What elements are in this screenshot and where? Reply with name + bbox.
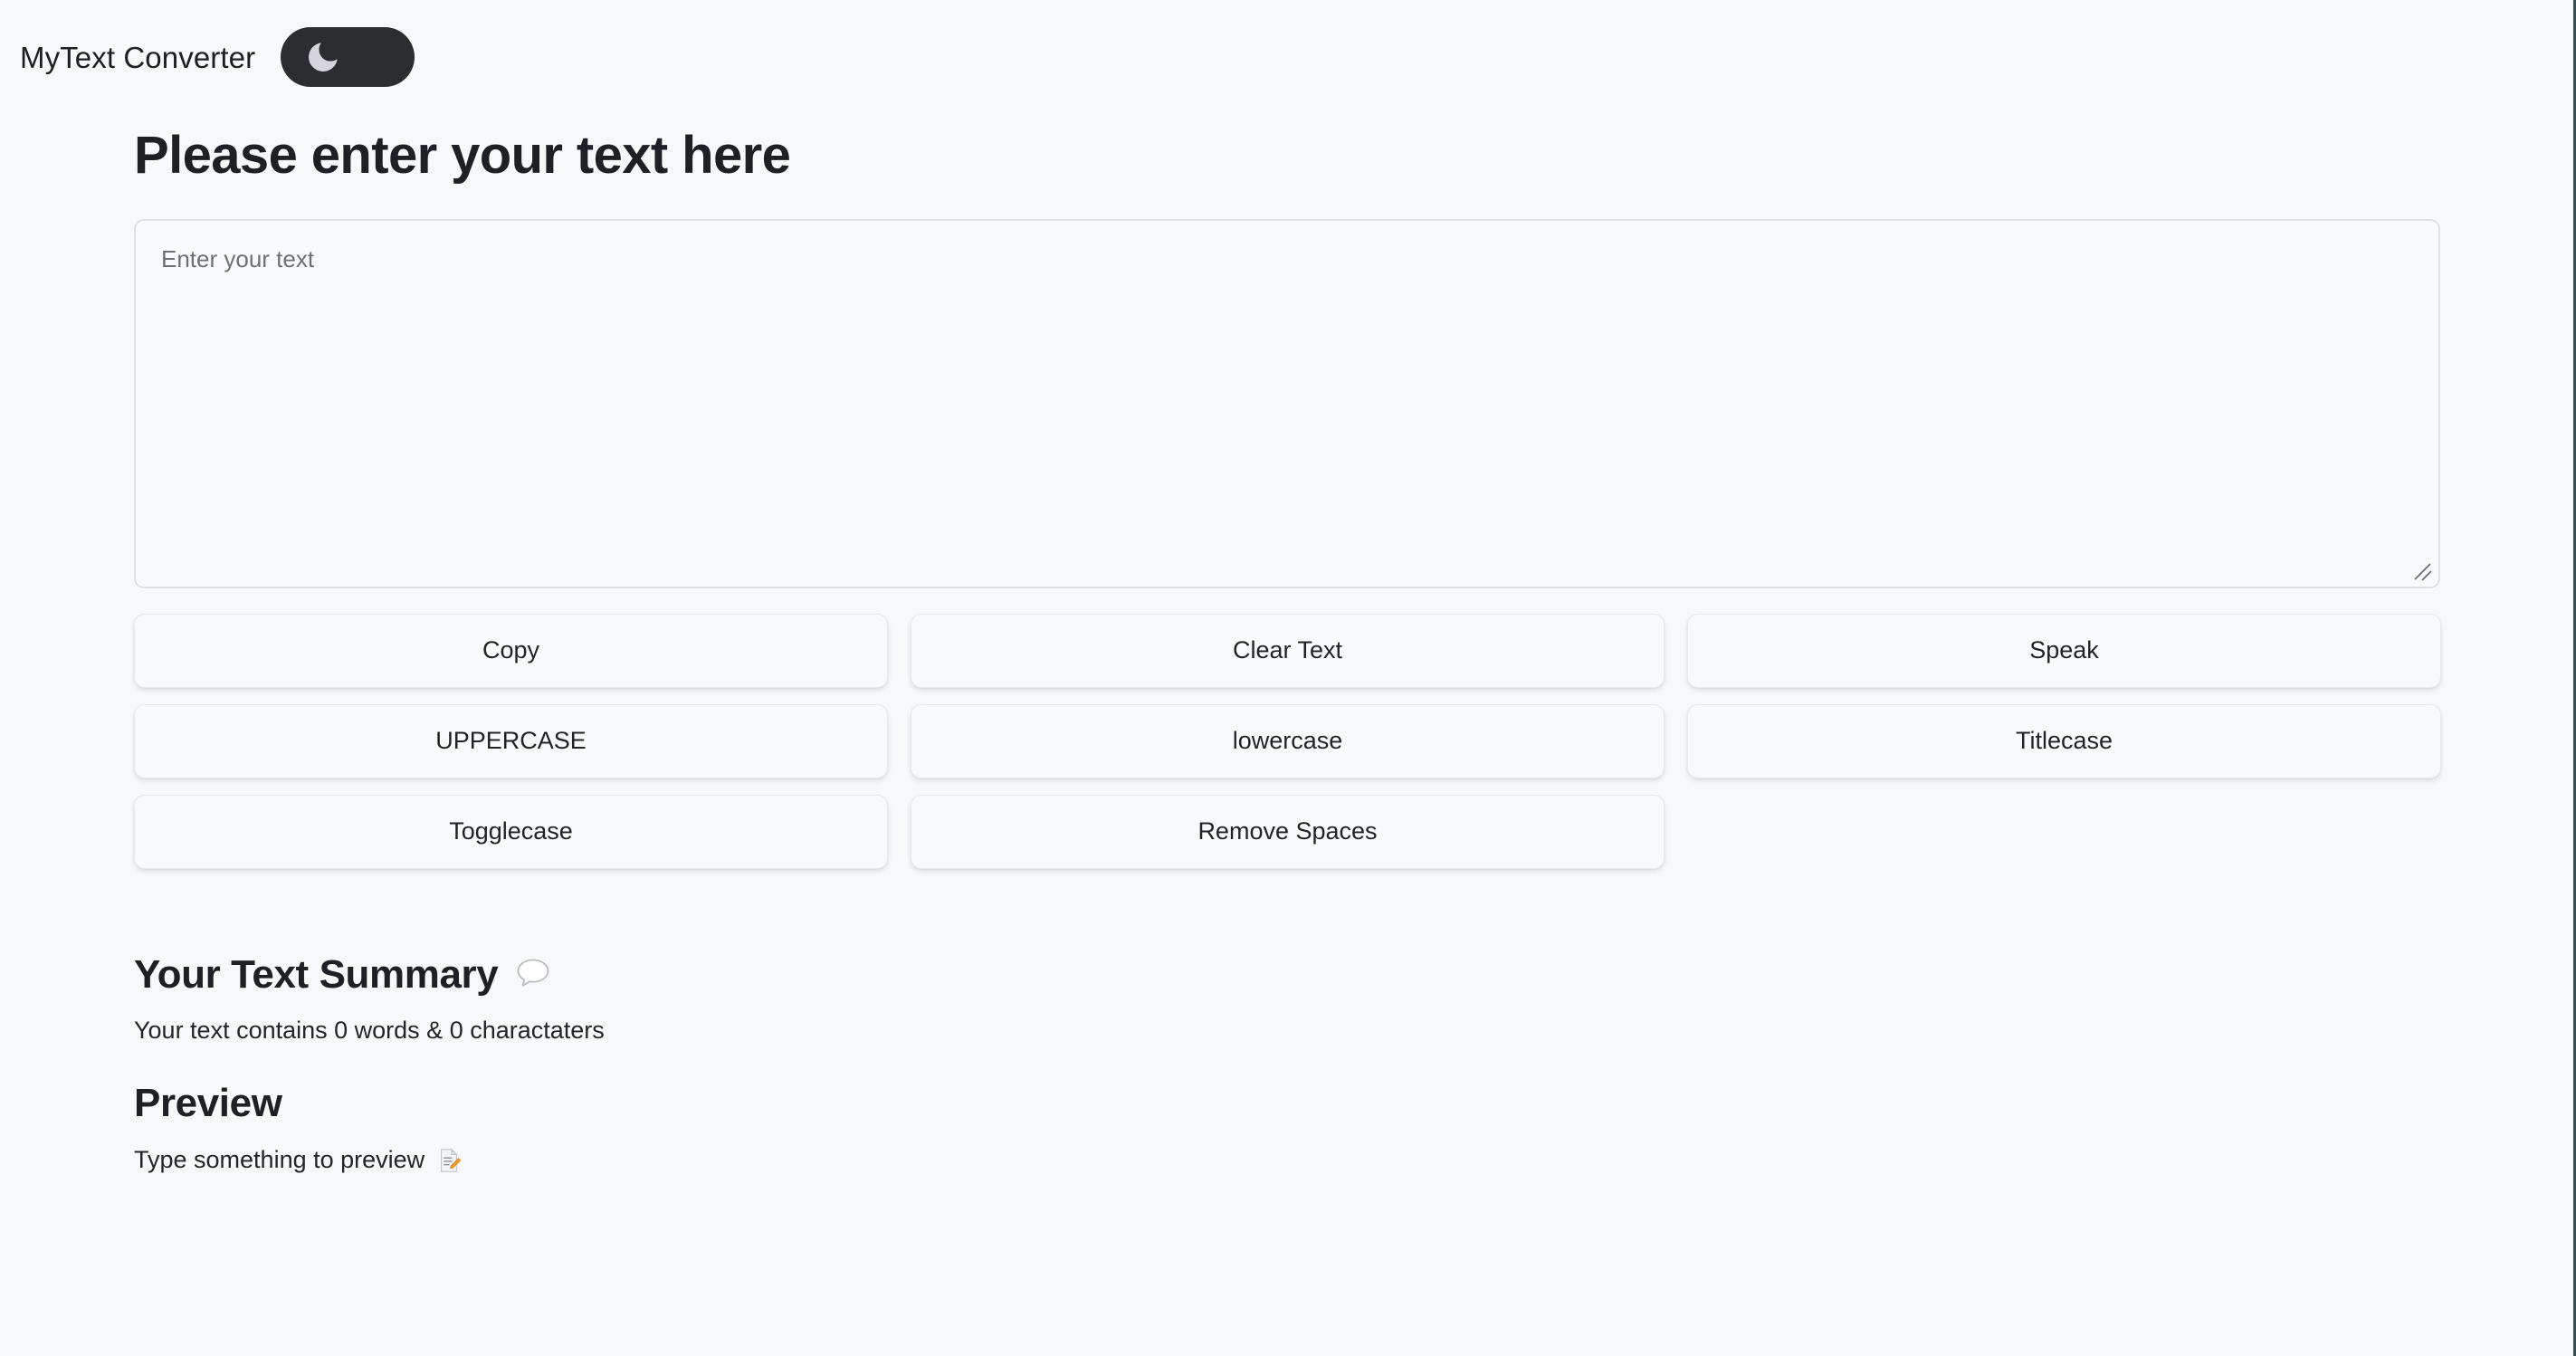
dark-mode-toggle[interactable] — [281, 27, 415, 87]
moon-icon — [304, 38, 342, 76]
titlecase-button[interactable]: Titlecase — [1687, 703, 2441, 778]
summary-heading: Your Text Summary — [134, 952, 2439, 998]
preview-empty-label: Type something to preview — [134, 1146, 425, 1174]
app-header: MyText Converter — [0, 0, 2573, 94]
text-summary-stats: Your text contains 0 words & 0 charactat… — [134, 1017, 605, 1045]
remove-spaces-button[interactable]: Remove Spaces — [911, 794, 1665, 869]
preview-heading: Preview — [134, 1081, 2439, 1127]
speech-balloon-icon — [513, 955, 553, 995]
text-input-wrapper — [134, 218, 2440, 588]
page-title: Please enter your text here — [134, 126, 791, 185]
preview-empty-state: Type something to preview — [134, 1144, 2439, 1176]
summary-heading-label: Your Text Summary — [134, 951, 499, 997]
app-brand-title: MyText Converter — [20, 40, 256, 74]
preview-heading-label: Preview — [134, 1081, 282, 1126]
speak-button[interactable]: Speak — [1687, 613, 2441, 688]
uppercase-button[interactable]: UPPERCASE — [134, 703, 888, 778]
text-summary-section: Your Text Summary Your text contains 0 w… — [134, 952, 2439, 1047]
memo-pencil-icon — [435, 1147, 463, 1174]
copy-button[interactable]: Copy — [134, 613, 888, 688]
lowercase-button[interactable]: lowercase — [911, 703, 1665, 778]
action-button-grid: Copy Clear Text Speak UPPERCASE lowercas… — [134, 613, 2441, 869]
main-content: Please enter your text here Copy Clear T… — [0, 127, 2573, 1176]
text-input[interactable] — [134, 218, 2440, 588]
clear-text-button[interactable]: Clear Text — [911, 613, 1665, 688]
togglecase-button[interactable]: Togglecase — [134, 794, 888, 869]
preview-section: Preview Type something to preview — [134, 1081, 2439, 1176]
